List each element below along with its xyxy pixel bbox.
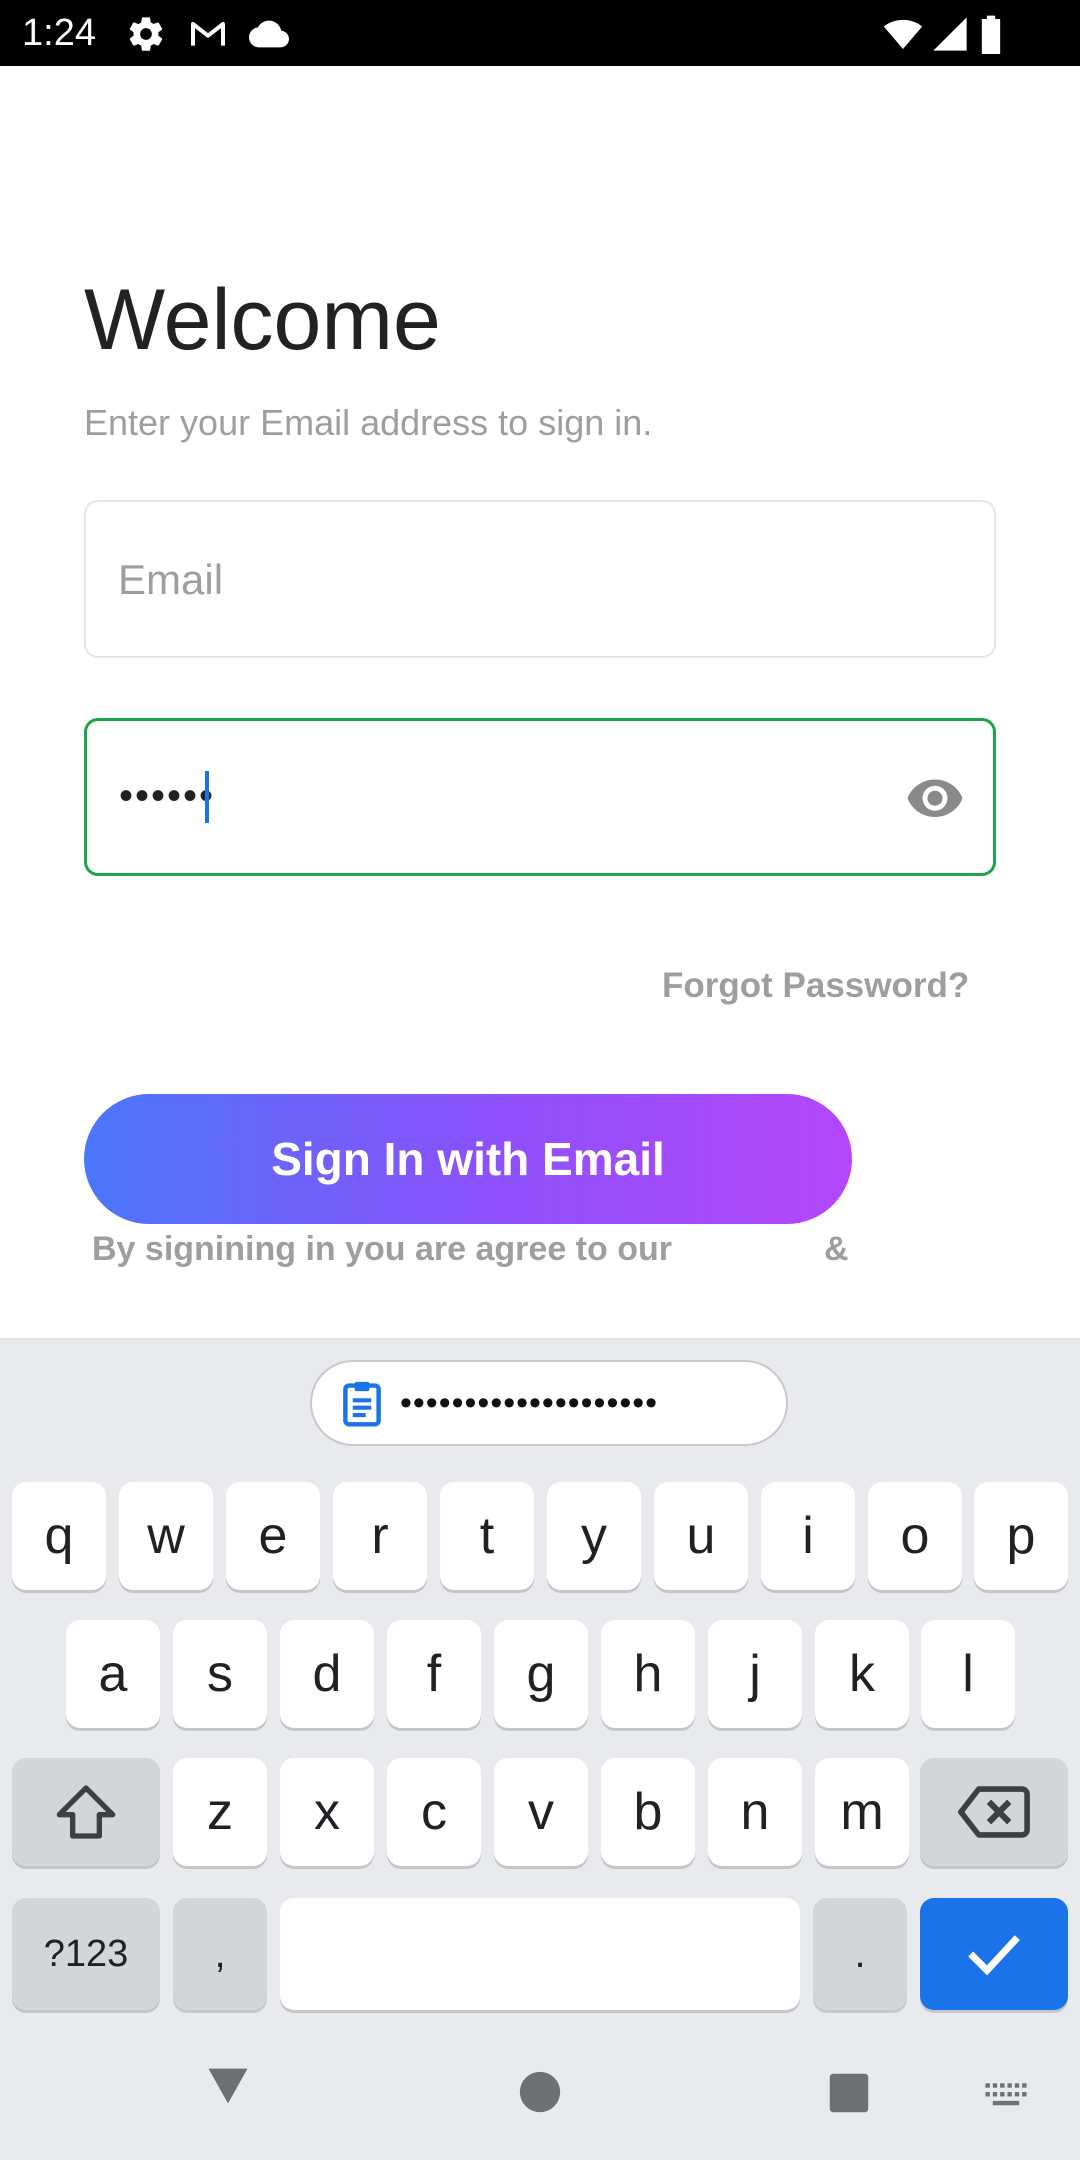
key-e[interactable]: e	[226, 1482, 320, 1590]
key-c[interactable]: c	[387, 1758, 481, 1866]
backspace-key[interactable]	[920, 1758, 1068, 1866]
enter-key[interactable]	[920, 1898, 1068, 2010]
clipboard-suggestion-text: ••••••••••••••••••••	[400, 1384, 659, 1422]
key-o[interactable]: o	[868, 1482, 962, 1590]
eye-icon[interactable]	[905, 771, 965, 823]
forgot-password-link[interactable]: Forgot Password?	[662, 962, 969, 1010]
key-g[interactable]: g	[494, 1620, 588, 1728]
page-subtitle: Enter your Email address to sign in.	[84, 402, 653, 443]
battery-icon	[978, 14, 1004, 54]
back-icon[interactable]	[202, 2060, 254, 2112]
checkmark-icon	[968, 1935, 1020, 1976]
symbols-key[interactable]: ?123	[12, 1898, 160, 2010]
sign-in-button[interactable]: Sign In with Email	[84, 1094, 852, 1224]
key-f[interactable]: f	[387, 1620, 481, 1728]
key-y[interactable]: y	[547, 1482, 641, 1590]
shift-icon	[56, 1785, 116, 1839]
key-n[interactable]: n	[708, 1758, 802, 1866]
agreement-text: By signining in you are agree to our	[92, 1230, 672, 1268]
key-s[interactable]: s	[173, 1620, 267, 1728]
email-placeholder: Email	[118, 556, 224, 603]
key-h[interactable]: h	[601, 1620, 695, 1728]
status-time: 1:24	[22, 12, 96, 54]
space-key[interactable]	[280, 1898, 800, 2010]
cloud-icon	[248, 14, 290, 54]
key-x[interactable]: x	[280, 1758, 374, 1866]
home-icon[interactable]	[518, 2070, 562, 2114]
page-title: Welcome	[84, 272, 441, 368]
recents-icon[interactable]	[828, 2072, 870, 2114]
key-m[interactable]: m	[815, 1758, 909, 1866]
clipboard-suggestion[interactable]: ••••••••••••••••••••	[310, 1360, 788, 1446]
key-k[interactable]: k	[815, 1620, 909, 1728]
key-w[interactable]: w	[119, 1482, 213, 1590]
key-j[interactable]: j	[708, 1620, 802, 1728]
key-t[interactable]: t	[440, 1482, 534, 1590]
key-z[interactable]: z	[173, 1758, 267, 1866]
signal-icon	[928, 14, 972, 54]
key-u[interactable]: u	[654, 1482, 748, 1590]
keyboard-switch-icon[interactable]	[984, 2080, 1028, 2110]
key-v[interactable]: v	[494, 1758, 588, 1866]
key-d[interactable]: d	[280, 1620, 374, 1728]
password-value: ••••••	[119, 774, 216, 818]
text-cursor	[205, 771, 209, 823]
shift-key[interactable]	[12, 1758, 160, 1866]
wifi-icon	[880, 14, 926, 54]
key-l[interactable]: l	[921, 1620, 1015, 1728]
status-bar: 1:24	[0, 0, 1080, 66]
backspace-icon	[958, 1786, 1030, 1838]
agreement-ampersand: &	[824, 1230, 849, 1268]
clipboard-icon	[340, 1380, 384, 1428]
key-p[interactable]: p	[974, 1482, 1068, 1590]
key-b[interactable]: b	[601, 1758, 695, 1866]
password-field[interactable]: ••••••	[84, 718, 996, 876]
settings-icon	[126, 14, 166, 54]
keyboard	[0, 1338, 1080, 2160]
keyboard-divider	[0, 1338, 1080, 1340]
email-field[interactable]: Email	[84, 500, 996, 658]
key-i[interactable]: i	[761, 1482, 855, 1590]
gmail-icon	[186, 14, 230, 54]
comma-key[interactable]: ,	[173, 1898, 267, 2010]
period-key[interactable]: .	[813, 1898, 907, 2010]
key-r[interactable]: r	[333, 1482, 427, 1590]
key-q[interactable]: q	[12, 1482, 106, 1590]
key-a[interactable]: a	[66, 1620, 160, 1728]
